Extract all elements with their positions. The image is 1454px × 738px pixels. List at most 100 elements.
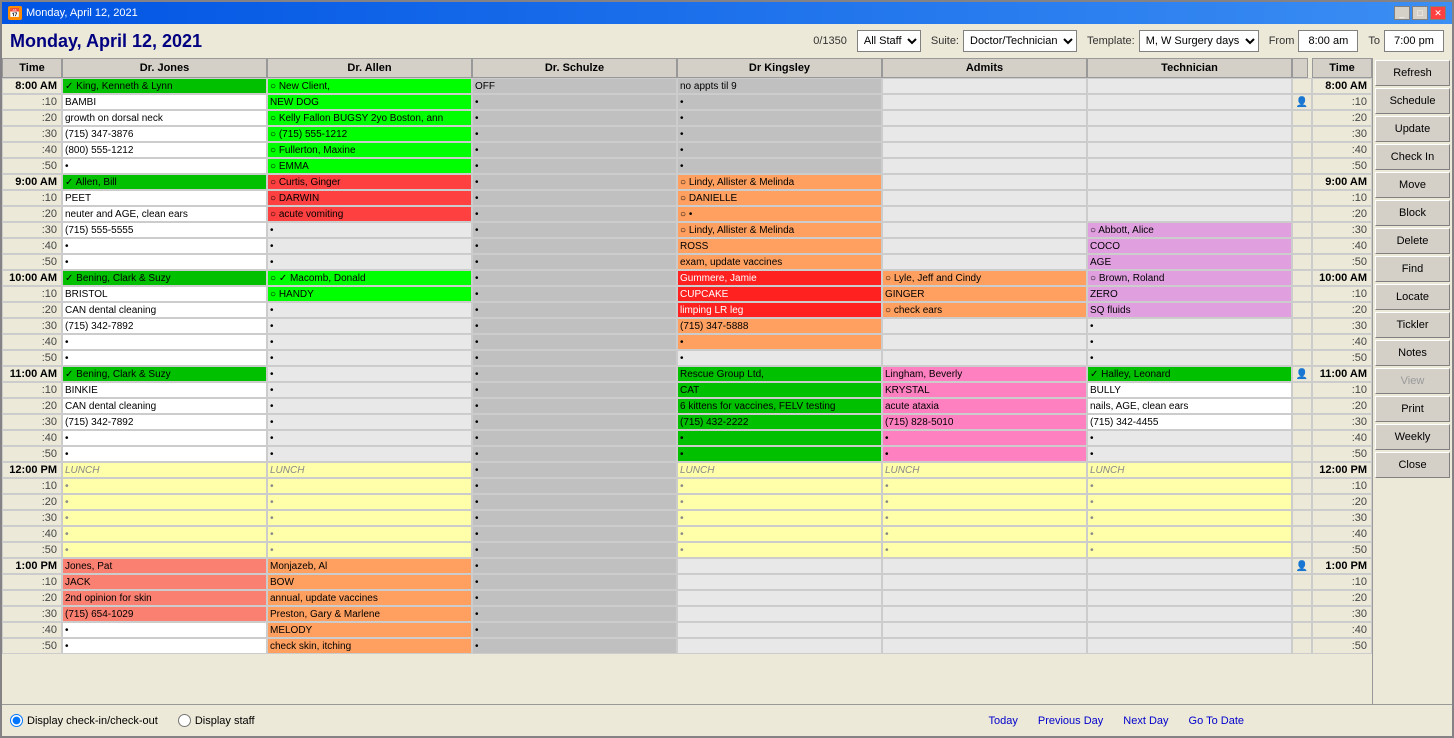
jones-800[interactable]: ✓ King, Kenneth & Lynn (62, 78, 267, 94)
admits-930[interactable] (882, 222, 1087, 238)
kingsley-1100[interactable]: Rescue Group Ltd, (677, 366, 882, 382)
allen-1330[interactable]: Preston, Gary & Marlene (267, 606, 472, 622)
tech-820[interactable] (1087, 110, 1292, 126)
admits-810[interactable] (882, 94, 1087, 110)
admits-1220[interactable]: • (882, 494, 1087, 510)
kingsley-1320[interactable] (677, 590, 882, 606)
allen-850[interactable]: ○ EMMA (267, 158, 472, 174)
tech-900[interactable] (1087, 174, 1292, 190)
tech-810[interactable] (1087, 94, 1292, 110)
admits-1140[interactable]: • (882, 430, 1087, 446)
allen-950[interactable]: • (267, 254, 472, 270)
template-select[interactable]: M, W Surgery days (1139, 30, 1259, 52)
tech-1320[interactable] (1087, 590, 1292, 606)
tech-940[interactable]: COCO (1087, 238, 1292, 254)
allen-900[interactable]: ○ Curtis, Ginger (267, 174, 472, 190)
tech-840[interactable] (1087, 142, 1292, 158)
tech-850[interactable] (1087, 158, 1292, 174)
jones-1040[interactable]: • (62, 334, 267, 350)
allen-920[interactable]: ○ acute vomiting (267, 206, 472, 222)
kingsley-940[interactable]: ROSS (677, 238, 882, 254)
schulze-1340[interactable]: • (472, 622, 677, 638)
admits-920[interactable] (882, 206, 1087, 222)
jones-950[interactable]: • (62, 254, 267, 270)
tech-1100[interactable]: ✓ Halley, Leonard (1087, 366, 1292, 382)
tech-800[interactable] (1087, 78, 1292, 94)
jones-930[interactable]: (715) 555-5555 (62, 222, 267, 238)
admits-1110[interactable]: KRYSTAL (882, 382, 1087, 398)
kingsley-1120[interactable]: 6 kittens for vaccines, FELV testing (677, 398, 882, 414)
jones-1120[interactable]: CAN dental cleaning (62, 398, 267, 414)
close-button[interactable]: Close (1375, 452, 1450, 478)
schulze-1250[interactable]: • (472, 542, 677, 558)
kingsley-1050[interactable]: • (677, 350, 882, 366)
allen-1050[interactable]: • (267, 350, 472, 366)
kingsley-900[interactable]: ○ Lindy, Allister & Melinda (677, 174, 882, 190)
grid-container[interactable]: Time Dr. Jones Dr. Allen Dr. Schulze Dr … (2, 58, 1372, 704)
kingsley-1030[interactable]: (715) 347-5888 (677, 318, 882, 334)
kingsley-1000[interactable]: Gummere, Jamie (677, 270, 882, 286)
admits-1010[interactable]: GINGER (882, 286, 1087, 302)
allen-1020[interactable]: • (267, 302, 472, 318)
allen-820[interactable]: ○ Kelly Fallon BUGSY 2yo Boston, ann (267, 110, 472, 126)
admits-1100[interactable]: Lingham, Beverly (882, 366, 1087, 382)
tech-1050[interactable]: • (1087, 350, 1292, 366)
tech-1120[interactable]: nails, AGE, clean ears (1087, 398, 1292, 414)
schulze-1350[interactable]: • (472, 638, 677, 654)
admits-1050[interactable] (882, 350, 1087, 366)
admits-1320[interactable] (882, 590, 1087, 606)
schulze-1210[interactable]: • (472, 478, 677, 494)
jones-1300[interactable]: Jones, Pat (62, 558, 267, 574)
radio-checkin[interactable] (10, 714, 23, 727)
tech-1030[interactable]: • (1087, 318, 1292, 334)
allen-930[interactable]: • (267, 222, 472, 238)
allen-940[interactable]: • (267, 238, 472, 254)
suite-select[interactable]: Doctor/Technician (963, 30, 1077, 52)
allen-1010[interactable]: ○ HANDY (267, 286, 472, 302)
schulze-900[interactable]: • (472, 174, 677, 190)
kingsley-1040[interactable]: • (677, 334, 882, 350)
admits-1040[interactable] (882, 334, 1087, 350)
allen-1100[interactable]: • (267, 366, 472, 382)
locate-button[interactable]: Locate (1375, 284, 1450, 310)
allen-830[interactable]: ○ (715) 555-1212 (267, 126, 472, 142)
tech-1340[interactable] (1087, 622, 1292, 638)
kingsley-1310[interactable] (677, 574, 882, 590)
tech-1020[interactable]: SQ fluids (1087, 302, 1292, 318)
kingsley-1250[interactable]: • (677, 542, 882, 558)
allen-1230[interactable]: • (267, 510, 472, 526)
admits-840[interactable] (882, 142, 1087, 158)
allen-1150[interactable]: • (267, 446, 472, 462)
jones-1220[interactable]: • (62, 494, 267, 510)
admits-940[interactable] (882, 238, 1087, 254)
notes-button[interactable]: Notes (1375, 340, 1450, 366)
allen-1220[interactable]: • (267, 494, 472, 510)
view-button[interactable]: View (1375, 368, 1450, 394)
admits-1350[interactable] (882, 638, 1087, 654)
jones-910[interactable]: PEET (62, 190, 267, 206)
admits-900[interactable] (882, 174, 1087, 190)
to-time-input[interactable] (1384, 30, 1444, 52)
kingsley-1210[interactable]: • (677, 478, 882, 494)
move-button[interactable]: Move (1375, 172, 1450, 198)
schulze-920[interactable]: • (472, 206, 677, 222)
allen-910[interactable]: ○ DARWIN (267, 190, 472, 206)
schulze-1100[interactable]: • (472, 366, 677, 382)
weekly-button[interactable]: Weekly (1375, 424, 1450, 450)
allen-1240[interactable]: • (267, 526, 472, 542)
schulze-1200[interactable]: • (472, 462, 677, 478)
jones-940[interactable]: • (62, 238, 267, 254)
tech-1210[interactable]: • (1087, 478, 1292, 494)
jones-820[interactable]: growth on dorsal neck (62, 110, 267, 126)
kingsley-920[interactable]: ○ • (677, 206, 882, 222)
find-button[interactable]: Find (1375, 256, 1450, 282)
jones-1200[interactable]: LUNCH (62, 462, 267, 478)
tech-1330[interactable] (1087, 606, 1292, 622)
kingsley-1350[interactable] (677, 638, 882, 654)
tech-1200[interactable]: LUNCH (1087, 462, 1292, 478)
tech-1130[interactable]: (715) 342-4455 (1087, 414, 1292, 430)
jones-850[interactable]: • (62, 158, 267, 174)
allen-1350[interactable]: check skin, itching (267, 638, 472, 654)
tech-1040[interactable]: • (1087, 334, 1292, 350)
jones-1130[interactable]: (715) 342-7892 (62, 414, 267, 430)
